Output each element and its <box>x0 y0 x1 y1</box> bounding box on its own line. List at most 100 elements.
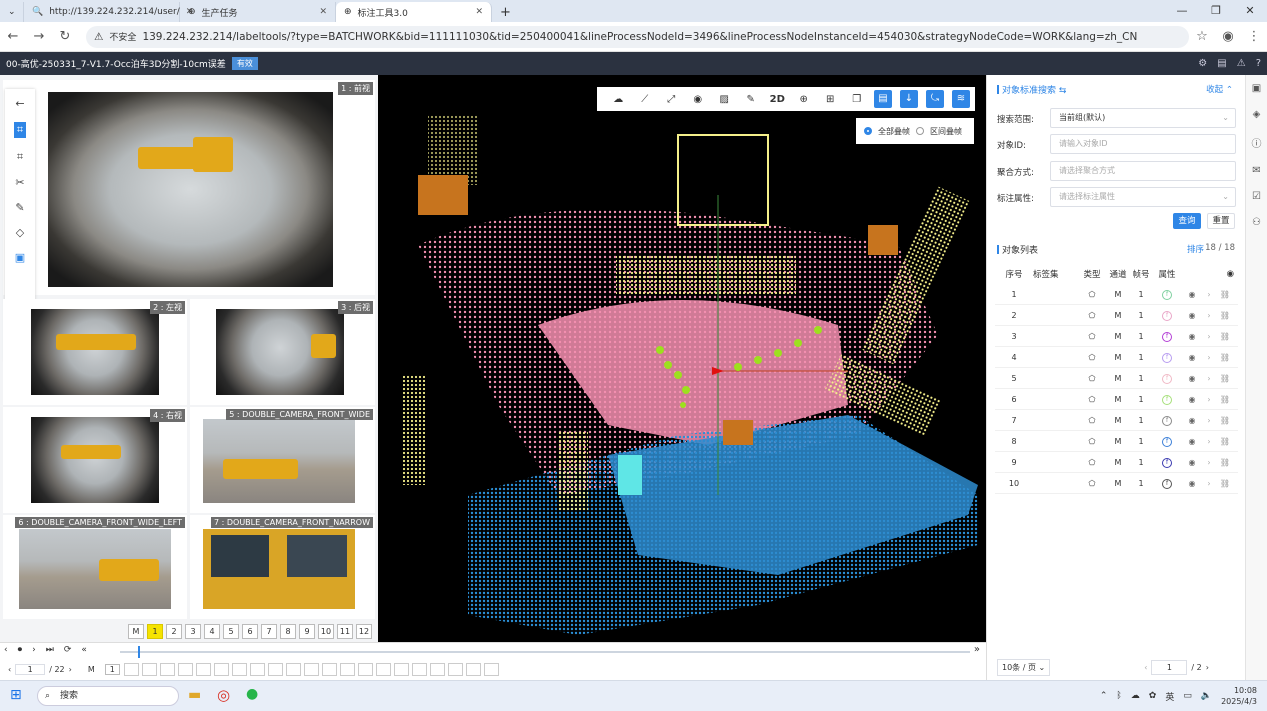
frame-slot[interactable] <box>393 663 409 676</box>
eraser-icon[interactable]: ◇ <box>16 226 24 239</box>
table-row[interactable]: 10 ⬠ M 1 f ◉ › ⛓ <box>995 473 1238 494</box>
panel-icon[interactable]: ▣ <box>1252 83 1261 94</box>
chevron-right-icon[interactable]: › <box>1201 416 1217 425</box>
row-attr[interactable]: f <box>1151 352 1183 363</box>
table-row[interactable]: 8 ⬠ M 1 f ◉ › ⛓ <box>995 431 1238 452</box>
row-attr[interactable]: f <box>1151 310 1183 321</box>
frame-slot[interactable] <box>357 663 373 676</box>
scissors-icon[interactable]: ✂ <box>15 176 24 189</box>
camera-view-front-wide-left[interactable]: 6 : DOUBLE_CAMERA_FRONT_WIDE_LEFT <box>3 515 187 619</box>
clock[interactable]: 10:08 2025/4/3 <box>1221 685 1257 707</box>
aggregation-select[interactable]: 请选择聚合方式 <box>1050 161 1236 181</box>
image-icon[interactable]: ▨ <box>711 94 738 105</box>
eye-icon[interactable]: ◉ <box>1227 269 1238 279</box>
camera-page-5[interactable]: 5 <box>223 624 239 639</box>
star-icon[interactable]: ☆ <box>1189 29 1215 44</box>
table-row[interactable]: 5 ⬠ M 1 f ◉ › ⛓ <box>995 368 1238 389</box>
chevron-up-icon[interactable]: ⌃ <box>1100 691 1108 701</box>
table-row[interactable]: 3 ⬠ M 1 f ◉ › ⛓ <box>995 326 1238 347</box>
collapse-left-icon[interactable]: « <box>81 645 87 655</box>
camera-page-7[interactable]: 7 <box>261 624 277 639</box>
link-icon[interactable]: ⛓ <box>1217 374 1233 383</box>
object-id-input[interactable]: 请输入对象ID <box>1050 134 1236 154</box>
eye-icon[interactable]: ◉ <box>1183 311 1201 320</box>
next-frame-icon[interactable]: › <box>32 645 36 655</box>
minimize-icon[interactable]: — <box>1165 0 1199 22</box>
windows-start-icon[interactable]: ⊞ <box>10 687 22 703</box>
frame-slot[interactable] <box>429 663 445 676</box>
query-button[interactable]: 查询 <box>1173 213 1201 229</box>
more-icon[interactable]: ⋮ <box>1241 29 1267 44</box>
view-2d-button[interactable]: 2D <box>764 94 791 105</box>
expand-right-icon[interactable]: » <box>974 644 980 655</box>
browser-tab-user[interactable]: 🔍 http://139.224.232.214/user/ ✕ <box>24 2 193 22</box>
eye-icon[interactable]: ◉ <box>1183 437 1201 446</box>
frame-slot[interactable] <box>285 663 301 676</box>
chevron-right-icon[interactable]: › <box>1201 332 1217 341</box>
polygon-tool-icon[interactable]: ⌗ <box>13 122 27 138</box>
frame-slot[interactable] <box>303 663 319 676</box>
camera-page-11[interactable]: 11 <box>337 624 353 639</box>
download-icon[interactable]: ↓ <box>900 90 918 108</box>
gear-icon[interactable]: ⚙ <box>1198 58 1207 69</box>
eye-icon[interactable]: ◉ <box>1183 395 1201 404</box>
forward-icon[interactable]: → <box>26 29 52 44</box>
eye-icon[interactable]: ◉ <box>1183 353 1201 362</box>
row-attr[interactable]: f <box>1151 478 1183 489</box>
row-attr[interactable]: f <box>1151 289 1183 300</box>
network-icon[interactable]: ☁ <box>1131 691 1140 701</box>
polygon-edit-icon[interactable]: ⌗ <box>17 150 23 164</box>
camera-view-right[interactable]: 4 : 右视 <box>3 407 187 513</box>
timeline-track[interactable] <box>120 646 970 658</box>
page-size-select[interactable]: 10条 / 页 ⌄ <box>997 659 1051 676</box>
camera-view-front-wide[interactable]: 5 : DOUBLE_CAMERA_FRONT_WIDE <box>190 407 375 513</box>
url-field[interactable]: ⚠ 不安全 139.224.232.214/labeltools/?type=B… <box>86 25 1189 48</box>
timeline-cursor[interactable] <box>138 646 140 658</box>
frame-slot[interactable] <box>213 663 229 676</box>
row-attr[interactable]: f <box>1151 436 1183 447</box>
new-tab-button[interactable]: + <box>492 2 519 22</box>
frame-slot[interactable] <box>411 663 427 676</box>
radio-all-frames[interactable] <box>864 127 872 135</box>
camera-view-front[interactable]: 1 : 前视 <box>3 80 375 295</box>
wechat-icon[interactable]: ● <box>246 686 258 702</box>
prev-frame-icon[interactable]: ‹ <box>4 645 8 655</box>
chevron-right-icon[interactable]: › <box>1201 353 1217 362</box>
link-icon[interactable]: ⛓ <box>1217 437 1233 446</box>
eye-icon[interactable]: ◉ <box>685 94 712 105</box>
link-icon[interactable]: ⛓ <box>1217 479 1233 488</box>
frame-slot[interactable] <box>339 663 355 676</box>
frame-slot[interactable] <box>447 663 463 676</box>
next-page-icon[interactable]: › <box>1206 663 1209 672</box>
frame-slot[interactable] <box>375 663 391 676</box>
camera-page-10[interactable]: 10 <box>318 624 334 639</box>
loop-icon[interactable]: ⟳ <box>64 645 72 655</box>
table-row[interactable]: 4 ⬠ M 1 f ◉ › ⛓ <box>995 347 1238 368</box>
frame-slot[interactable] <box>483 663 499 676</box>
frame-slot[interactable] <box>249 663 265 676</box>
cloud-icon[interactable]: ☁ <box>605 94 632 105</box>
fast-forward-icon[interactable]: ⏭ <box>46 645 54 655</box>
frame-slot[interactable] <box>321 663 337 676</box>
camera-view-front-narrow[interactable]: 7 : DOUBLE_CAMERA_FRONT_NARROW <box>190 515 375 619</box>
attribute-select[interactable]: 请选择标注属性 ⌄ <box>1050 187 1236 207</box>
reset-button[interactable]: 重置 <box>1207 213 1235 229</box>
camera-page-1[interactable]: 1 <box>147 624 163 639</box>
eye-icon[interactable]: ◉ <box>1183 290 1201 299</box>
swap-icon[interactable]: ⇆ <box>1059 86 1067 96</box>
chevron-right-icon[interactable]: › <box>1201 479 1217 488</box>
book-icon[interactable]: ▤ <box>1217 58 1226 69</box>
eye-icon[interactable]: ◉ <box>1183 416 1201 425</box>
row-attr[interactable]: f <box>1151 331 1183 342</box>
restore-icon[interactable]: ❐ <box>1199 0 1233 22</box>
chrome-icon[interactable]: ◎ <box>217 686 230 704</box>
sort-button[interactable]: 排序 <box>1187 243 1204 255</box>
row-attr[interactable]: f <box>1151 394 1183 405</box>
camera-page-9[interactable]: 9 <box>299 624 315 639</box>
eye-icon[interactable]: ◉ <box>1183 374 1201 383</box>
tab-menu-button[interactable]: ⌄ <box>0 2 24 22</box>
link-icon[interactable]: ⛓ <box>1217 290 1233 299</box>
stop-icon[interactable]: ⏺ <box>18 645 23 655</box>
alert-icon[interactable]: ⚠ <box>1237 58 1246 69</box>
ime-indicator[interactable]: 英 <box>1165 690 1174 703</box>
